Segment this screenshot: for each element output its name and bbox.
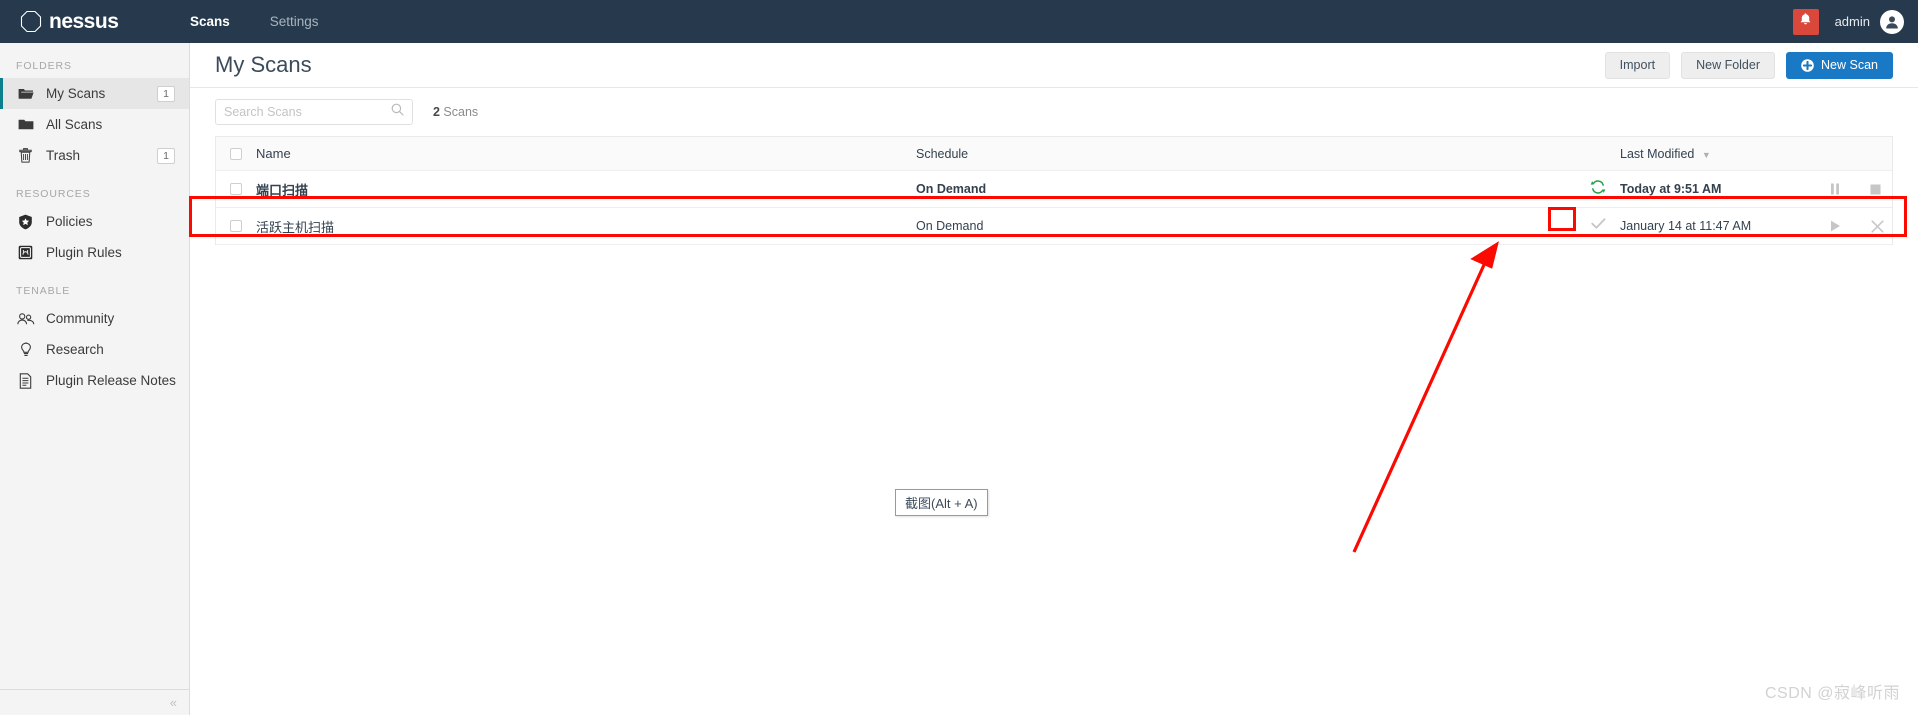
shield-badge-icon [16, 213, 35, 230]
column-header-name[interactable]: Name [256, 146, 916, 161]
folder-open-icon [16, 85, 35, 102]
page-header: My Scans Import New Folder New Scan [190, 43, 1918, 88]
people-icon [16, 310, 35, 327]
select-all-checkbox[interactable] [230, 147, 242, 160]
scan-name[interactable]: 活跃主机扫描 [256, 217, 916, 236]
delete-scan-button[interactable] [1871, 219, 1884, 233]
sidebar-badge: 1 [157, 147, 175, 164]
column-header-last-modified[interactable]: Last Modified ▼ [1620, 147, 1830, 161]
sidebar: FOLDERS My Scans 1 All Scans Trash 1 RES… [0, 43, 190, 715]
sidebar-item-label: Research [46, 342, 104, 357]
plugin-square-icon [16, 244, 35, 261]
pause-scan-button[interactable] [1830, 183, 1840, 195]
sidebar-heading-folders: FOLDERS [16, 60, 72, 72]
page-title: My Scans [215, 52, 312, 77]
sidebar-item-all-scans[interactable]: All Scans [0, 109, 189, 140]
scan-count-label: 2 Scans [433, 105, 478, 119]
trash-icon [16, 147, 35, 164]
sidebar-heading-tenable: TENABLE [16, 285, 71, 297]
user-avatar-icon[interactable] [1880, 9, 1904, 34]
table-toolbar: 2 Scans [190, 88, 1918, 136]
stop-scan-button[interactable] [1870, 184, 1881, 195]
row-actions [1830, 183, 1903, 195]
plus-circle-icon [1801, 58, 1814, 72]
scan-schedule: On Demand [916, 182, 987, 196]
folder-icon [16, 116, 35, 133]
header-actions: Import New Folder New Scan [1604, 51, 1893, 79]
table-header-row: Name Schedule Last Modified ▼ [216, 137, 1892, 171]
scan-schedule: On Demand [916, 219, 984, 233]
sidebar-item-label: My Scans [46, 86, 106, 101]
scan-status-icon-cell [1576, 179, 1620, 200]
sidebar-item-label: Community [46, 311, 115, 326]
screenshot-tooltip: 截图(Alt + A) [895, 489, 988, 516]
sidebar-item-trash[interactable]: Trash 1 [0, 140, 189, 171]
sidebar-item-research[interactable]: Research [0, 334, 189, 365]
row-checkbox[interactable] [230, 183, 242, 195]
sidebar-collapse-button[interactable]: « [0, 689, 189, 715]
running-refresh-icon [1590, 179, 1606, 200]
scan-count-unit: Scans [439, 105, 479, 119]
nav-link-scans[interactable]: Scans [190, 14, 230, 29]
octagon-outline-icon [20, 10, 42, 33]
sidebar-item-label: Policies [46, 214, 93, 229]
caret-down-icon: ▼ [1701, 149, 1711, 160]
brand-logo[interactable]: nessus [0, 10, 190, 34]
new-scan-button-label: New Scan [1821, 58, 1878, 72]
sidebar-item-label: Plugin Rules [46, 245, 122, 260]
table-row[interactable]: 活跃主机扫描 On Demand January 14 at 11:47 AM [216, 208, 1892, 245]
search-input[interactable] [224, 105, 391, 119]
sidebar-item-community[interactable]: Community [0, 303, 189, 334]
scan-last-modified: January 14 at 11:47 AM [1620, 219, 1752, 233]
main-content: My Scans Import New Folder New Scan Sear… [190, 43, 1918, 715]
scan-status-icon-cell [1576, 217, 1620, 235]
watermark-label: CSDN @寂峰听雨 [1764, 685, 1900, 702]
select-all-cell[interactable] [216, 147, 256, 160]
column-header-schedule[interactable]: Schedule [916, 147, 1576, 161]
user-name-label: admin [1834, 14, 1870, 29]
sidebar-badge: 1 [157, 85, 175, 102]
sidebar-item-label: Trash [46, 148, 81, 163]
search-icon[interactable] [391, 103, 404, 121]
column-header-last-modified-label: Last Modified [1620, 146, 1695, 161]
brand-name: nessus [49, 9, 119, 33]
chevron-double-left-icon: « [169, 695, 177, 710]
row-actions [1830, 219, 1906, 233]
bell-icon [1799, 12, 1812, 31]
top-navigation-bar: nessus Scans Settings admin [0, 0, 1918, 43]
row-select-cell[interactable] [216, 220, 256, 232]
scans-table: Name Schedule Last Modified ▼ 端口扫描 On De… [215, 136, 1893, 245]
new-folder-button[interactable]: New Folder [1681, 51, 1776, 79]
lightbulb-icon [16, 341, 35, 358]
sidebar-item-plugin-rules[interactable]: Plugin Rules [0, 237, 189, 268]
scan-count-number: 2 [433, 105, 440, 119]
sidebar-heading-resources: RESOURCES [16, 188, 91, 200]
sidebar-item-policies[interactable]: Policies [0, 206, 189, 237]
sidebar-item-my-scans[interactable]: My Scans 1 [0, 78, 189, 109]
row-checkbox[interactable] [230, 220, 242, 232]
sidebar-item-label: Plugin Release Notes [46, 373, 176, 388]
table-row[interactable]: 端口扫描 On Demand Today at 9:51 AM [216, 171, 1892, 208]
new-scan-button[interactable]: New Scan [1786, 51, 1893, 79]
search-scans-box[interactable] [215, 99, 413, 125]
launch-scan-button[interactable] [1830, 220, 1841, 232]
notifications-button[interactable] [1792, 8, 1819, 35]
scan-name[interactable]: 端口扫描 [256, 180, 916, 199]
check-icon [1590, 217, 1606, 235]
topbar-right-group: admin [1792, 8, 1918, 35]
scan-last-modified: Today at 9:51 AM [1620, 182, 1722, 196]
sidebar-item-plugin-release-notes[interactable]: Plugin Release Notes [0, 365, 189, 396]
row-select-cell[interactable] [216, 183, 256, 195]
sidebar-item-label: All Scans [46, 117, 103, 132]
document-icon [16, 372, 35, 389]
import-button[interactable]: Import [1604, 51, 1671, 79]
nav-link-settings[interactable]: Settings [270, 14, 319, 29]
